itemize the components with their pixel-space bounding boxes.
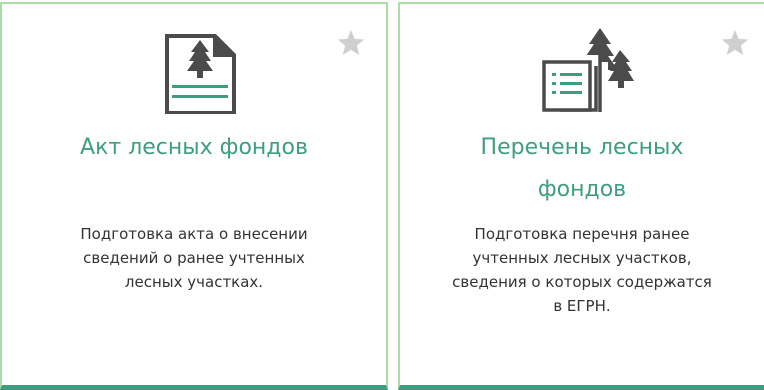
star-icon[interactable] xyxy=(720,28,750,58)
forest-document-icon xyxy=(165,34,236,114)
card-title: Перечень лесных фондов xyxy=(480,135,684,202)
card-title: Акт лесных фондов xyxy=(80,135,308,160)
star-icon[interactable] xyxy=(336,28,366,58)
card-forest-list[interactable]: Перечень лесных фондов Подготовка перечн… xyxy=(398,2,764,390)
forest-list-icon xyxy=(542,28,634,114)
card-description: Подготовка перечня ранее учтенных лесных… xyxy=(452,225,712,315)
card-forest-act[interactable]: Акт лесных фондов Подготовка акта о внес… xyxy=(0,2,388,390)
card-description: Подготовка акта о внесении сведений о ра… xyxy=(80,225,308,291)
